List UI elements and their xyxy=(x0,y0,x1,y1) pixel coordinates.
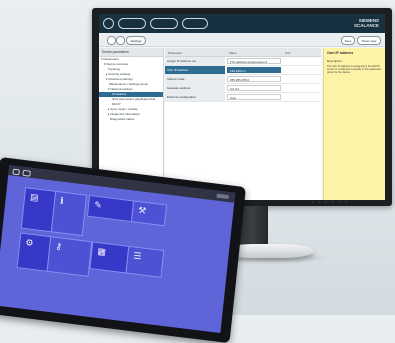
row-label: Ethernet configuration xyxy=(165,93,225,101)
home-button[interactable] xyxy=(103,18,114,29)
monitor-status-icons: ○ ○ ○ ○ ○ ○ xyxy=(312,200,350,204)
help-text: The own IP address is assigned by the DH… xyxy=(327,65,382,75)
help-subtitle: Description xyxy=(327,59,343,63)
row-value-field[interactable]: 192.168.0.1 xyxy=(227,67,281,73)
key-icon: ⚷ xyxy=(54,240,63,252)
row-value-field[interactable]: ▾ IP address (parameters) ▾ xyxy=(227,58,281,64)
tablet-home-icon[interactable] xyxy=(12,168,20,176)
list-icon: ☰ xyxy=(132,250,142,262)
nav-button-3[interactable] xyxy=(182,18,208,29)
nav-button-2[interactable] xyxy=(150,18,178,29)
help-panel: Own IP address Description The own IP ad… xyxy=(323,48,385,200)
tree-header: Device parameters xyxy=(99,48,163,57)
grid-rows: Assign IP address via ▾ IP address (param… xyxy=(165,57,321,102)
app-tile[interactable]: ℹ xyxy=(50,190,88,237)
brand-logo: SIEMENS SCALANCE xyxy=(354,18,379,28)
info-icon: ℹ xyxy=(59,195,65,206)
table-row[interactable]: Subnet mask 255.255.255.0 xyxy=(165,75,321,84)
row-label: Subnet mask xyxy=(165,75,225,83)
help-title: Own IP address xyxy=(327,51,354,55)
tools-icon: ⚒ xyxy=(137,205,147,216)
table-row[interactable]: Ethernet configuration Auto xyxy=(165,93,321,102)
wrench-icon: ✎ xyxy=(93,199,103,211)
tree-list: ▾ Parameters ▾ Device overview Topology ▸ S… xyxy=(99,57,163,122)
tablet-brand-icon xyxy=(216,193,229,200)
grid-header-value: Value xyxy=(229,50,237,55)
row-label: Own IP address xyxy=(165,66,225,74)
chevron-down-icon[interactable] xyxy=(116,36,125,45)
row-value-field[interactable]: 0.0.0.0 xyxy=(227,85,281,91)
table-row[interactable]: Gateway address 0.0.0.0 xyxy=(165,84,321,93)
app-tile[interactable]: ⚷ xyxy=(46,236,93,277)
app-topbar: SIEMENS SCALANCE xyxy=(99,14,385,33)
app-tile[interactable]: ✎ xyxy=(86,194,136,223)
row-value-field[interactable]: Auto xyxy=(227,94,281,100)
save-button[interactable]: Save xyxy=(341,36,355,45)
app-tile[interactable]: ▦ xyxy=(89,241,131,274)
grid-header: Parameter Value Unit xyxy=(165,48,321,57)
tablet-device: ▤ ℹ ✎ ⚒ ⚙ ⚷ ▦ ☰ xyxy=(0,157,247,343)
row-label: Gateway address xyxy=(165,84,225,92)
table-row[interactable]: Assign IP address via ▾ IP address (param… xyxy=(165,57,321,66)
back-button[interactable] xyxy=(107,36,116,45)
row-value-field[interactable]: 255.255.255.0 xyxy=(227,76,281,82)
app-toolbar: Settings Save Reset view xyxy=(99,33,385,47)
device-icon: ▤ xyxy=(29,191,40,203)
tree-item[interactable]: Diagnostics status xyxy=(99,117,163,122)
brand-line-2: SCALANCE xyxy=(353,23,379,28)
parameter-grid: Parameter Value Unit Assign IP address v… xyxy=(165,48,321,200)
reset-view-button[interactable]: Reset view xyxy=(357,36,381,45)
app-tile[interactable]: ⚒ xyxy=(130,200,168,227)
tablet-screen: ▤ ℹ ✎ ⚒ ⚙ ⚷ ▦ ☰ xyxy=(0,165,236,334)
settings-icon: ⚙ xyxy=(24,237,34,249)
tablet-menu-icon[interactable] xyxy=(22,169,31,177)
grid-header-unit: Unit xyxy=(285,50,291,55)
table-row[interactable]: Own IP address 192.168.0.1 xyxy=(165,66,321,75)
grid-header-parameter: Parameter xyxy=(168,50,183,55)
chart-icon: ▦ xyxy=(96,246,107,257)
monitor-screen: SIEMENS SCALANCE Settings Save Reset vie… xyxy=(99,14,385,200)
row-label: Assign IP address via xyxy=(165,57,225,65)
nav-button-1[interactable] xyxy=(118,18,146,29)
app-tile[interactable]: ☰ xyxy=(125,245,165,278)
settings-dropdown[interactable]: Settings xyxy=(126,36,146,45)
